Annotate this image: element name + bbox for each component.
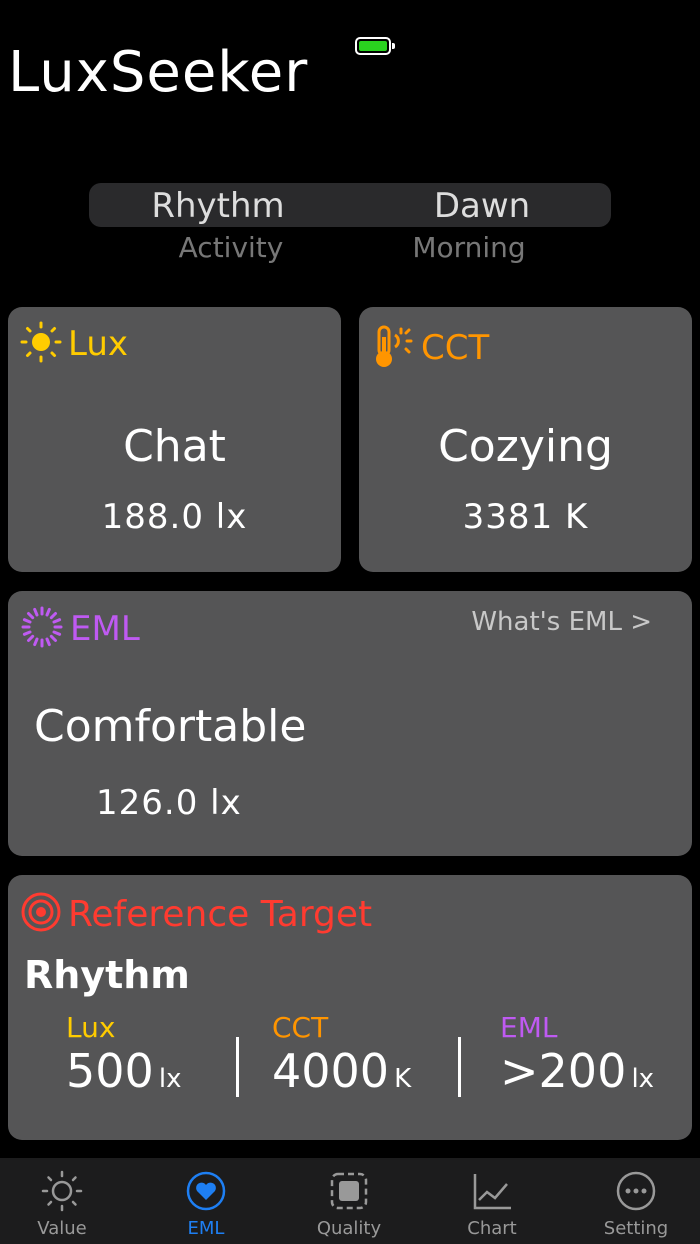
heart-icon [185, 1170, 227, 1212]
lux-status: Chat [123, 421, 226, 472]
tab-eml-label: EML [187, 1218, 225, 1239]
eml-status: Comfortable [34, 701, 307, 752]
reference-eml: EML >200 lx [500, 1011, 654, 1098]
target-icon [20, 891, 62, 937]
whats-eml-link[interactable]: What's EML > [471, 607, 652, 637]
reference-eml-label: EML [500, 1011, 558, 1044]
tab-chart-label: Chart [467, 1218, 517, 1239]
divider [236, 1037, 239, 1097]
reference-eml-unit: lx [631, 1064, 655, 1094]
reference-lux-unit: lx [158, 1064, 182, 1094]
reference-cct-unit: K [394, 1064, 412, 1094]
reference-cct-label: CCT [272, 1011, 329, 1044]
reference-lux-value: 500 [66, 1044, 154, 1098]
cct-value: 3381 K [462, 497, 589, 537]
tab-quality-label: Quality [316, 1218, 382, 1239]
lux-label: Lux [68, 324, 129, 364]
reference-mode: Rhythm [24, 953, 190, 997]
eml-label: EML [70, 609, 140, 649]
reference-target-card: Reference Target Rhythm Lux 500 lx CCT 4… [8, 875, 692, 1140]
lux-value: 188.0 lx [101, 497, 248, 537]
ellipsis-icon [615, 1170, 657, 1212]
tab-value-label: Value [37, 1218, 87, 1239]
tab-value[interactable]: Value [0, 1158, 132, 1244]
divider [458, 1037, 461, 1097]
tab-setting[interactable]: Setting [566, 1158, 700, 1244]
sun-icon [41, 1170, 83, 1212]
reference-eml-value: >200 [500, 1044, 627, 1098]
eml-ring-icon [20, 605, 64, 653]
picker-right-next[interactable]: Morning [349, 231, 589, 264]
lux-card[interactable]: Lux Chat 188.0 lx [8, 307, 341, 572]
picker-left-next[interactable]: Activity [111, 231, 351, 264]
quality-icon [328, 1170, 370, 1212]
picker-left-selected[interactable]: Rhythm [98, 186, 338, 226]
cct-label: CCT [421, 328, 490, 368]
tab-chart[interactable]: Chart [422, 1158, 562, 1244]
reference-lux: Lux 500 lx [66, 1011, 182, 1098]
reference-title: Reference Target [68, 893, 373, 935]
reference-lux-label: Lux [66, 1011, 116, 1044]
sun-icon [20, 321, 62, 367]
cct-card[interactable]: CCT Cozying 3381 K [359, 307, 692, 572]
chart-icon [471, 1170, 513, 1212]
cct-status: Cozying [438, 421, 613, 472]
app-title: LuxSeeker [8, 40, 309, 105]
tab-setting-label: Setting [603, 1218, 669, 1239]
tab-eml[interactable]: EML [136, 1158, 276, 1244]
battery-icon [355, 37, 395, 55]
eml-value: 126.0 lx [96, 783, 242, 823]
tab-bar: Value EML Quality Chart Setting [0, 1158, 700, 1244]
tab-quality[interactable]: Quality [279, 1158, 419, 1244]
picker-right-selected[interactable]: Dawn [362, 186, 602, 226]
reference-cct-value: 4000 [272, 1044, 390, 1098]
eml-card[interactable]: EML What's EML > Comfortable 126.0 lx [8, 591, 692, 856]
reference-cct: CCT 4000 K [272, 1011, 411, 1098]
thermometer-sun-icon [371, 321, 415, 375]
